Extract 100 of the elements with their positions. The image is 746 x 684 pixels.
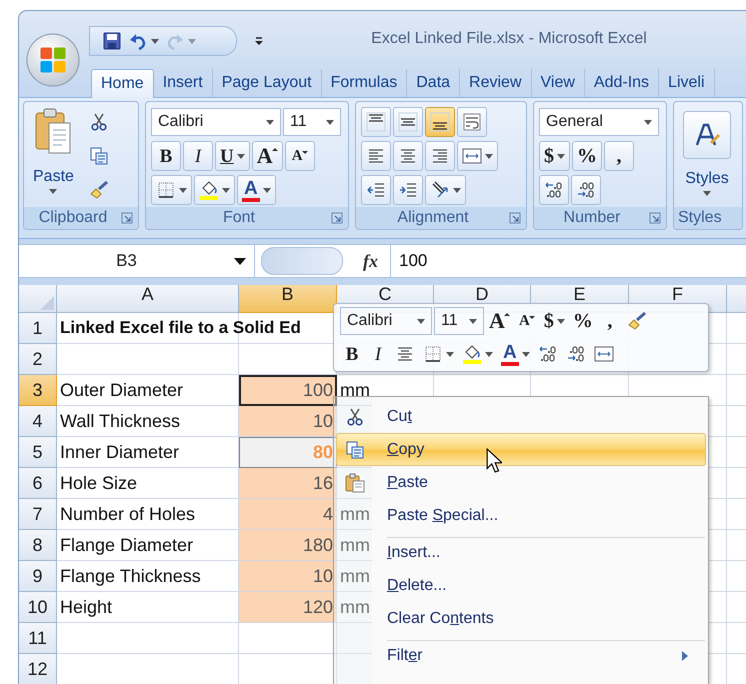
row-header[interactable]: 11 [19,623,57,654]
table-cell[interactable] [57,344,239,375]
launcher-icon [121,212,133,224]
increase-decimal-button[interactable] [539,175,569,205]
decrease-indent-button[interactable] [361,175,391,205]
paint-bucket-icon [462,344,482,364]
grid-icon [423,344,443,364]
dialog-launcher-button[interactable] [121,212,133,224]
decrease-decimal-button[interactable] [571,175,601,205]
row-header[interactable]: 2 [19,344,57,375]
table-cell[interactable] [57,623,239,654]
italic-button[interactable]: I [183,141,213,171]
bold-button[interactable]: B [340,339,364,369]
brush-icon [88,180,109,200]
merge-button[interactable] [457,141,498,171]
name-box[interactable]: B3 [19,245,255,277]
increase-indent-button[interactable] [393,175,423,205]
shrink-font-button[interactable]: A [284,141,315,171]
align-middle-icon [398,112,418,132]
fill-color-button[interactable] [194,175,235,205]
comma-style-button[interactable]: , [604,141,634,171]
launcher-icon [331,212,343,224]
cell-text: Height [60,596,112,618]
group-label: Clipboard [38,209,108,227]
percent-button[interactable]: % [572,141,602,171]
paint-bucket-icon [199,180,219,200]
cell-text: Hole Size [60,472,138,494]
clipboard-icon [33,107,74,155]
font-name-field[interactable]: Calibri [151,108,281,136]
cell-text: Outer Diameter [60,380,184,400]
cell-text: Linked Excel file to a Solid Ed [60,318,301,338]
copy-icon [88,146,109,166]
column-header[interactable]: A [57,285,239,313]
cell-text: mm [340,504,370,524]
group-label: Alignment [397,209,469,227]
table-cell[interactable]: 100 [239,375,337,406]
font-size-field[interactable]: 11 [434,307,484,335]
menu-item[interactable]: Delete... [387,570,705,601]
customize-icon [253,35,265,47]
formula-field[interactable]: 100 [390,245,746,277]
grow-font-button[interactable]: A [252,141,283,171]
angled-text-icon [430,180,450,200]
menu-item[interactable]: Insert... [387,537,705,568]
group-label: Number [564,209,620,227]
font-color-button[interactable]: A [237,175,276,205]
font-color-button[interactable]: A [498,339,533,369]
font-size-field[interactable]: 11 [283,108,341,136]
merge-cells-icon [462,146,482,166]
styles-button[interactable]: Styles [679,107,735,205]
ribbon-tab[interactable]: Home [91,69,154,98]
align-left-button[interactable] [361,141,391,171]
menu-item[interactable]: Cut [387,401,705,432]
cell-text: Number of Holes [60,504,196,524]
italic-button[interactable]: I [366,339,390,369]
center-button[interactable] [393,141,423,171]
office-logo-icon [26,33,80,87]
row-header[interactable]: 5 [19,437,57,468]
dialog-launcher-button[interactable] [509,212,521,224]
insert-function-button[interactable]: fx [349,250,384,272]
underline-button[interactable]: U [215,141,250,171]
dialog-launcher-button[interactable] [331,212,343,224]
redo-icon [165,31,185,51]
wrap-text-button[interactable] [457,107,487,137]
align-right-button[interactable] [425,141,455,171]
menu-item[interactable]: Paste Special... [387,500,705,531]
menu-item[interactable]: Clear Contents [387,603,705,634]
row-header[interactable]: 4 [19,406,57,437]
paste-button[interactable]: Paste [29,107,78,205]
row-header[interactable]: 1 [19,313,57,344]
menu-item[interactable]: Copy [336,433,706,466]
column-header[interactable]: B [239,285,337,313]
middle-align-button[interactable] [393,107,423,137]
menu-item[interactable]: Filter [387,640,705,671]
bold-button[interactable]: B [151,141,181,171]
submenu-arrow-icon [681,650,689,662]
row-header[interactable]: 8 [19,530,57,561]
group-label: Styles [678,209,722,227]
row-header[interactable]: 3 [19,375,57,406]
cell-text: Flange Diameter [60,534,194,556]
launcher-icon [509,212,521,224]
row-header[interactable]: 7 [19,499,57,530]
row-header[interactable]: 6 [19,468,57,499]
decrease-decimal-icon [566,344,586,364]
row-header[interactable]: 10 [19,592,57,623]
orientation-button[interactable] [425,175,466,205]
top-align-button[interactable] [361,107,391,137]
row-header[interactable]: 9 [19,561,57,592]
menu-item[interactable]: Paste [387,467,705,498]
dialog-launcher-button[interactable] [649,212,661,224]
currency-button[interactable]: $ [539,141,570,171]
number-format-field[interactable]: General [539,108,659,136]
borders-button[interactable] [151,175,192,205]
align-bottom-icon [430,112,450,132]
bottom-align-button[interactable] [425,107,455,137]
row-header[interactable]: 12 [19,654,57,684]
cell-text: mm [340,380,370,400]
office-button[interactable] [25,32,81,88]
increase-decimal-icon [538,344,558,364]
font-name-field[interactable]: Calibri [340,307,432,335]
brush-icon [626,311,647,331]
